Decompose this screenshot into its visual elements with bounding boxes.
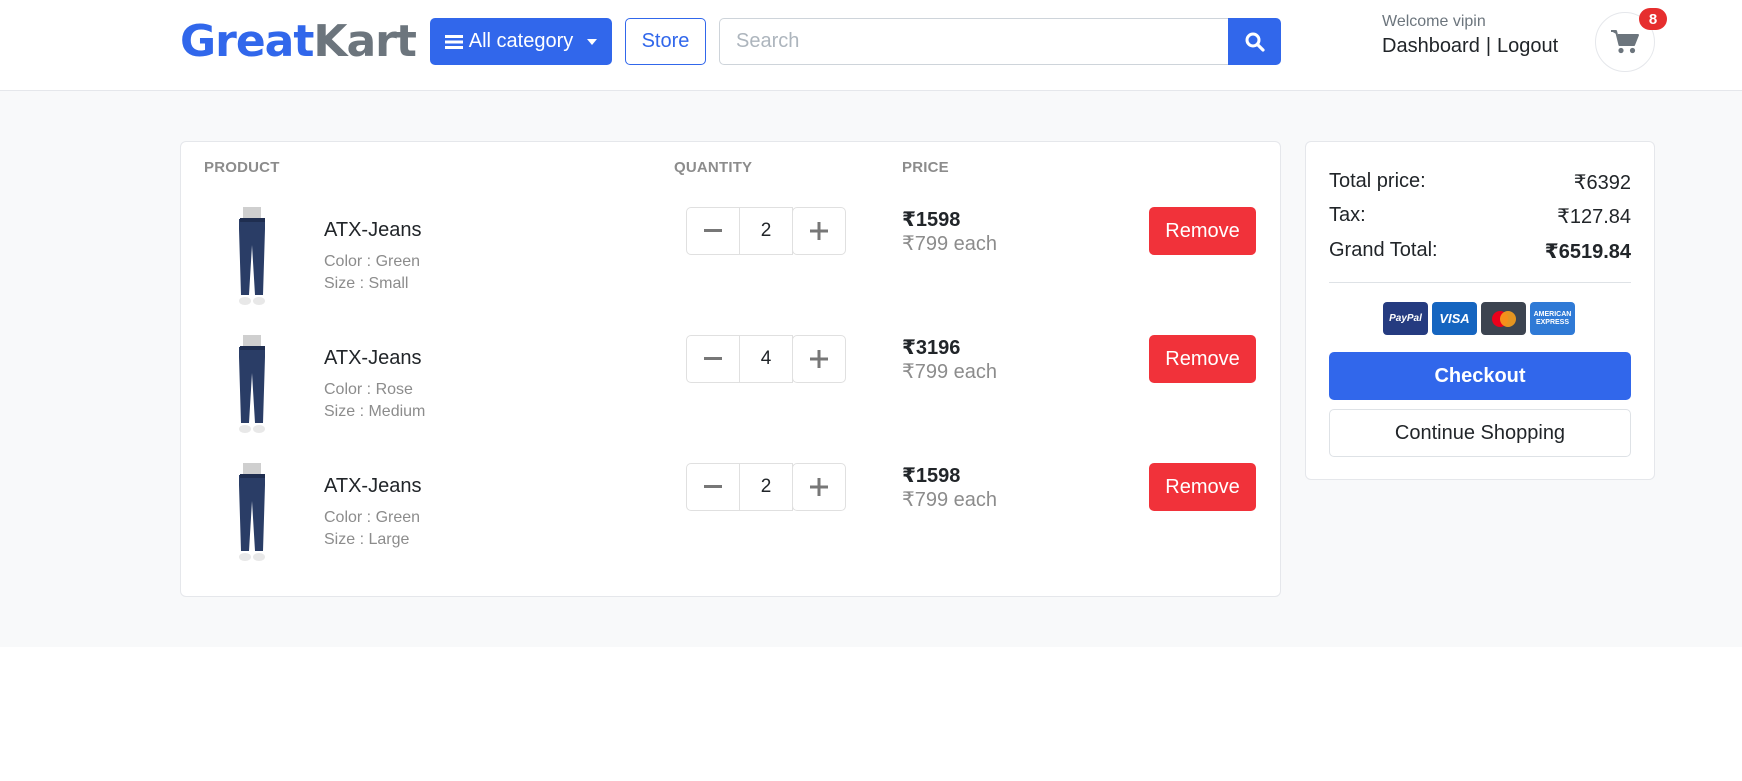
all-category-label: All category: [468, 30, 574, 52]
cart-table: PRODUCT QUANTITY PRICE ATX-Jeans Color :…: [180, 141, 1281, 597]
plus-icon: [810, 222, 828, 240]
minus-icon: [704, 485, 722, 488]
all-category-dropdown[interactable]: All category: [430, 18, 612, 65]
cart-row: ATX-Jeans Color : Green Size : Large 2 ₹…: [181, 463, 1282, 573]
site-header: GreatKart All category Store Welcome vip…: [0, 0, 1742, 91]
quantity-stepper: 2: [686, 207, 846, 255]
increase-quantity-button[interactable]: [792, 335, 846, 383]
product-thumbnail[interactable]: [221, 207, 281, 309]
caret-down-icon: [587, 38, 598, 45]
mastercard-icon: [1481, 302, 1526, 335]
cart-row: ATX-Jeans Color : Rose Size : Medium 4 ₹…: [181, 335, 1282, 445]
continue-shopping-button[interactable]: Continue Shopping: [1329, 409, 1631, 457]
decrease-quantity-button[interactable]: [686, 463, 740, 511]
decrease-quantity-button[interactable]: [686, 335, 740, 383]
welcome-text: Welcome vipin: [1382, 13, 1486, 30]
grand-total-label: Grand Total:: [1329, 239, 1438, 261]
product-color: Color : Green: [324, 509, 421, 526]
total-price-value: ₹6392: [1573, 172, 1631, 194]
product-color: Color : Green: [324, 253, 421, 270]
quantity-value[interactable]: 4: [740, 335, 793, 383]
decrease-quantity-button[interactable]: [686, 207, 740, 255]
summary-divider: [1329, 282, 1631, 283]
total-price-row: Total price: ₹6392: [1329, 170, 1631, 195]
product-color: Color : Rose: [324, 381, 413, 398]
paypal-text: PayPal: [1389, 313, 1422, 324]
column-header-quantity: QUANTITY: [674, 159, 753, 176]
remove-button[interactable]: Remove: [1149, 207, 1256, 255]
plus-icon: [810, 350, 828, 368]
product-name[interactable]: ATX-Jeans: [324, 347, 421, 370]
quantity-stepper: 2: [686, 463, 846, 511]
amex-text-line1: AMERICAN: [1533, 310, 1572, 318]
logo-part-great: Great: [180, 16, 314, 67]
product-size: Size : Medium: [324, 403, 426, 420]
visa-text: VISA: [1439, 311, 1470, 326]
checkout-button[interactable]: Checkout: [1329, 352, 1631, 400]
remove-button[interactable]: Remove: [1149, 335, 1256, 383]
search-input[interactable]: [719, 18, 1229, 65]
tax-value: ₹127.84: [1557, 206, 1631, 228]
search-icon: [1245, 32, 1265, 52]
mastercard-circles: [1491, 310, 1516, 327]
cart-row: ATX-Jeans Color : Green Size : Small 2 ₹…: [181, 207, 1282, 317]
line-total-price: ₹1598: [902, 465, 961, 487]
order-summary: Total price: ₹6392 Tax: ₹127.84 Grand To…: [1305, 141, 1655, 480]
unit-price: ₹799 each: [902, 361, 998, 383]
column-header-price: PRICE: [902, 159, 949, 176]
quantity-stepper: 4: [686, 335, 846, 383]
user-links: Dashboard | Logout: [1382, 35, 1558, 58]
plus-icon: [810, 478, 828, 496]
product-name[interactable]: ATX-Jeans: [324, 475, 421, 498]
minus-icon: [704, 229, 722, 232]
increase-quantity-button[interactable]: [792, 207, 846, 255]
logout-link[interactable]: Logout: [1497, 35, 1558, 58]
store-button[interactable]: Store: [625, 18, 706, 65]
tax-label: Tax:: [1329, 204, 1366, 226]
menu-icon: [444, 34, 463, 49]
product-size: Size : Large: [324, 531, 410, 548]
quantity-value[interactable]: 2: [740, 207, 793, 255]
logo-part-kart: Kart: [313, 16, 417, 67]
dashboard-link[interactable]: Dashboard: [1382, 35, 1480, 58]
amex-icon: AMERICAN EXPRESS: [1530, 302, 1575, 335]
unit-price: ₹799 each: [902, 233, 998, 255]
increase-quantity-button[interactable]: [792, 463, 846, 511]
shopping-cart-icon: [1611, 30, 1639, 54]
payment-methods: PayPal VISA AMERICAN EXPRESS: [1383, 302, 1575, 335]
product-name[interactable]: ATX-Jeans: [324, 219, 421, 242]
grand-total-row: Grand Total: ₹6519.84: [1329, 239, 1631, 264]
column-header-product: PRODUCT: [204, 159, 280, 176]
product-thumbnail[interactable]: [221, 335, 281, 437]
search-button[interactable]: [1228, 18, 1281, 65]
paypal-icon: PayPal: [1383, 302, 1428, 335]
product-size: Size : Small: [324, 275, 409, 292]
visa-icon: VISA: [1432, 302, 1477, 335]
product-thumbnail[interactable]: [221, 463, 281, 565]
remove-button[interactable]: Remove: [1149, 463, 1256, 511]
line-total-price: ₹1598: [902, 209, 961, 231]
grand-total-value: ₹6519.84: [1544, 241, 1631, 263]
tax-row: Tax: ₹127.84: [1329, 204, 1631, 229]
unit-price: ₹799 each: [902, 489, 998, 511]
brand-logo[interactable]: GreatKart: [180, 15, 417, 69]
line-total-price: ₹3196: [902, 337, 961, 359]
quantity-value[interactable]: 2: [740, 463, 793, 511]
minus-icon: [704, 357, 722, 360]
link-separator: |: [1485, 35, 1492, 57]
amex-text-line2: EXPRESS: [1535, 318, 1570, 326]
cart-count-badge: 8: [1639, 8, 1667, 30]
total-price-label: Total price:: [1329, 170, 1426, 192]
